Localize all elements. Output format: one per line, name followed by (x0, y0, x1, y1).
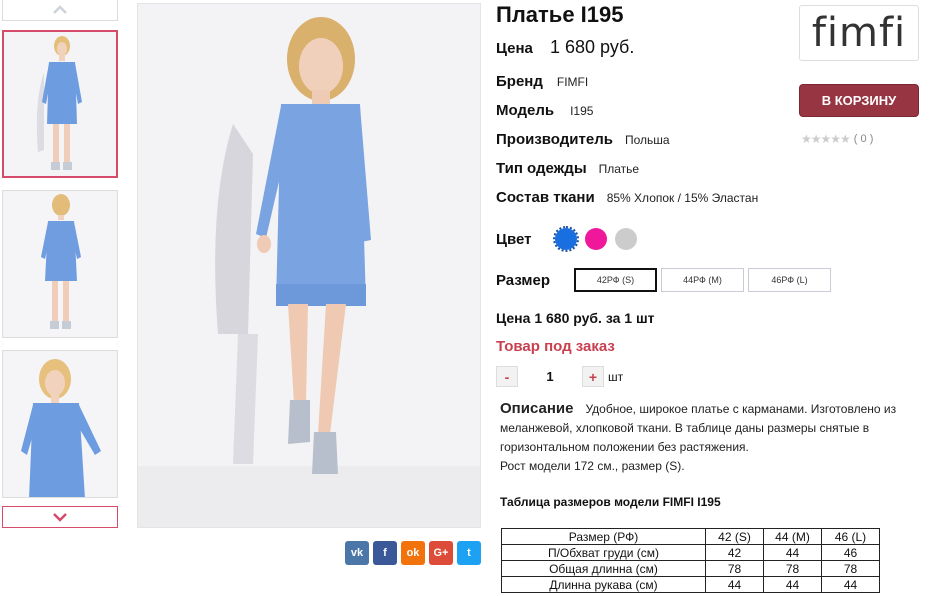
size-table-title: Таблица размеров модели FIMFI I195 (500, 495, 721, 509)
color-label: Цвет (496, 230, 532, 248)
color-swatch-gray[interactable] (615, 228, 637, 250)
odnoklassniki-share-button[interactable]: ok (401, 541, 425, 565)
table-cell: 78 (821, 560, 880, 577)
model-info: Рост модели 172 см., размер (S). (500, 459, 685, 473)
chevron-down-icon (53, 513, 67, 522)
table-row: П/Обхват груди (см) 42 44 46 (501, 544, 880, 561)
thumbnail-scroll-down-button[interactable] (2, 506, 118, 528)
quantity-unit: шт (608, 369, 624, 384)
table-header-cell: 44 (M) (763, 528, 822, 545)
table-header-cell: Размер (РФ) (501, 528, 706, 545)
facebook-icon: f (383, 547, 387, 559)
availability-status: Товар под заказ (496, 338, 615, 355)
attr-manufacturer: Производитель Польша (496, 131, 670, 148)
attr-value: Польша (624, 133, 670, 147)
attr-label: Тип одежды (496, 160, 587, 177)
vk-icon: vk (350, 547, 364, 559)
table-row: Длинна рукава (см) 44 44 44 (501, 576, 880, 593)
attr-fabric: Состав ткани 85% Хлопок / 15% Эластан (496, 189, 758, 206)
color-selector: Цвет (496, 226, 645, 252)
social-share: vk f ok G+ t (345, 541, 481, 565)
attr-value: Платье (598, 162, 640, 176)
table-cell: Общая длинна (см) (501, 560, 706, 577)
thumbnail-gallery (0, 0, 120, 530)
quantity-value[interactable]: 1 (518, 369, 582, 384)
attr-value: I195 (570, 104, 594, 118)
table-header-cell: 42 (S) (705, 528, 764, 545)
size-selector: Размер 42РФ (S) 44РФ (M) 46РФ (L) (496, 268, 835, 292)
add-to-cart-button[interactable]: В КОРЗИНУ (799, 84, 919, 117)
attr-model: Модель I195 (496, 102, 593, 119)
table-cell: 78 (763, 560, 822, 577)
rating-count: ( 0 ) (853, 133, 874, 145)
rating-stars-icon: ★★★★★ (801, 132, 851, 146)
thumbnail-front[interactable] (2, 30, 118, 178)
product-description: Описание Удобное, широкое платье с карман… (500, 399, 936, 476)
color-swatch-pink[interactable] (585, 228, 607, 250)
size-table: Размер (РФ) 42 (S) 44 (M) 46 (L) П/Обхва… (501, 528, 880, 593)
google-plus-icon: G+ (433, 547, 449, 559)
attr-label: Производитель (496, 131, 613, 148)
vk-share-button[interactable]: vk (345, 541, 369, 565)
attr-brand: Бренд FIMFI (496, 73, 588, 90)
brand-logo[interactable]: fimfi (799, 5, 919, 61)
twitter-share-button[interactable]: t (457, 541, 481, 565)
table-cell: 42 (705, 544, 764, 561)
main-product-image[interactable] (137, 3, 481, 528)
model-closeup-image (3, 351, 117, 497)
rating[interactable]: ★★★★★ ( 0 ) (801, 132, 873, 146)
price-value: 1 680 руб. (550, 37, 635, 57)
google-plus-share-button[interactable]: G+ (429, 541, 453, 565)
table-row: Общая длинна (см) 78 78 78 (501, 560, 880, 577)
thumbnail-back[interactable] (2, 190, 118, 338)
quantity-stepper: - 1 + шт (496, 366, 623, 387)
attr-value: 85% Хлопок / 15% Эластан (606, 191, 759, 205)
table-header-cell: 46 (L) (821, 528, 880, 545)
model-back-image (3, 191, 117, 337)
table-cell: 46 (821, 544, 880, 561)
size-option-l[interactable]: 46РФ (L) (748, 268, 831, 292)
size-option-s[interactable]: 42РФ (S) (574, 268, 657, 292)
description-heading: Описание (500, 400, 574, 417)
size-option-m[interactable]: 44РФ (M) (661, 268, 744, 292)
size-label: Размер (496, 271, 551, 289)
quantity-decrease-button[interactable]: - (496, 366, 518, 387)
color-swatch-blue[interactable] (553, 226, 579, 252)
table-header-row: Размер (РФ) 42 (S) 44 (M) 46 (L) (501, 528, 880, 545)
table-cell: 44 (821, 576, 880, 593)
table-cell: П/Обхват груди (см) (501, 544, 706, 561)
chevron-up-icon (53, 5, 67, 14)
attr-clothing-type: Тип одежды Платье (496, 160, 639, 177)
thumbnail-scroll-up-button[interactable] (2, 0, 118, 21)
thumbnail-closeup[interactable] (2, 350, 118, 498)
twitter-icon: t (467, 547, 471, 559)
table-cell: Длинна рукава (см) (501, 576, 706, 593)
quantity-increase-button[interactable]: + (582, 366, 604, 387)
odnoklassniki-icon: ok (406, 547, 420, 559)
price-row: Цена 1 680 руб. (496, 37, 634, 58)
table-cell: 44 (763, 576, 822, 593)
facebook-share-button[interactable]: f (373, 541, 397, 565)
attr-label: Модель (496, 102, 555, 119)
attr-label: Бренд (496, 73, 543, 90)
attr-value: FIMFI (556, 75, 589, 89)
price-label: Цена (496, 40, 533, 57)
unit-price: Цена 1 680 руб. за 1 шт (496, 310, 655, 326)
table-cell: 44 (705, 576, 764, 593)
model-main-image (138, 4, 480, 527)
table-cell: 44 (763, 544, 822, 561)
table-cell: 78 (705, 560, 764, 577)
model-front-image (4, 32, 116, 176)
attr-label: Состав ткани (496, 189, 595, 206)
product-title: Платье I195 (496, 2, 624, 27)
